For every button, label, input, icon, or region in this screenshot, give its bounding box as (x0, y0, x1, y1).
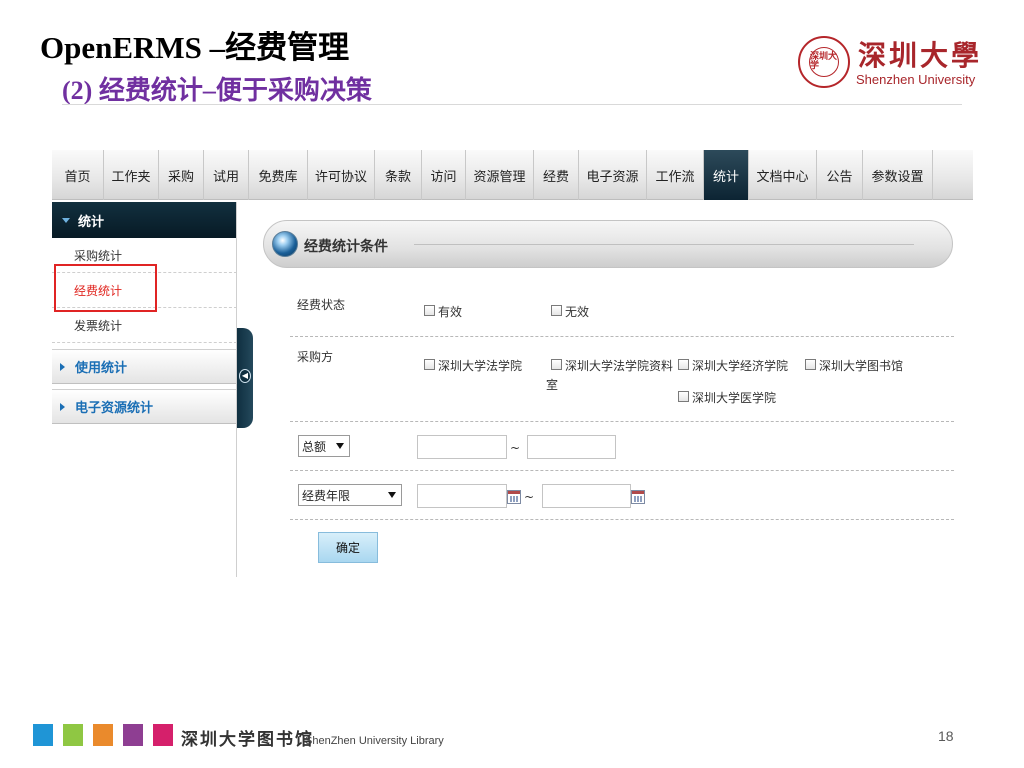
checkbox-icon (424, 305, 435, 316)
seal-text: 深圳大学 (809, 47, 839, 77)
footer-library-name-cn: 深圳大学图书馆 (181, 730, 314, 750)
buyer-library-checkbox[interactable]: 深圳大学图书馆 (805, 357, 903, 374)
form-row-divider (290, 470, 954, 471)
logo-english-name: Shenzhen University (856, 72, 976, 87)
sidebar-item-invoice-stats[interactable]: 发票统计 (52, 308, 237, 343)
checkbox-icon (678, 391, 689, 402)
university-seal-icon: 深圳大学 (798, 36, 850, 88)
university-logo: 深圳大学 深圳大學 Shenzhen University (798, 36, 979, 92)
dropdown-arrow-icon (336, 443, 344, 449)
footer-color-square (93, 724, 113, 746)
option-label-wrap: 室 (546, 378, 559, 392)
collapsed-arrow-icon (60, 362, 65, 371)
header-divider (62, 104, 962, 105)
calendar-icon[interactable] (631, 490, 645, 504)
select-value: 总额 (302, 439, 327, 454)
sidebar-header-label: 统计 (78, 214, 105, 230)
nav-resource-management[interactable]: 资源管理 (466, 150, 534, 200)
confirm-button[interactable]: 确定 (318, 532, 378, 563)
globe-icon (272, 231, 298, 257)
footer-color-square (123, 724, 143, 746)
expanded-arrow-icon (62, 217, 70, 223)
amount-type-select[interactable]: 总额 (298, 435, 350, 457)
year-start-input[interactable] (417, 484, 507, 508)
option-label: 深圳大学医学院 (692, 391, 777, 405)
status-valid-checkbox[interactable]: 有效 (424, 303, 462, 320)
option-label: 有效 (438, 305, 463, 319)
buyer-medical-school-checkbox[interactable]: 深圳大学医学院 (678, 389, 776, 406)
nav-workflow[interactable]: 工作流 (647, 150, 704, 200)
footer-color-square (63, 724, 83, 746)
content-left-border (236, 428, 237, 577)
buyer-law-school-checkbox[interactable]: 深圳大学法学院 (424, 357, 522, 374)
form-row-divider (290, 336, 954, 337)
form-row-divider (290, 421, 954, 422)
sidebar-group-label: 使用统计 (75, 361, 128, 376)
footer-color-square (153, 724, 173, 746)
slide-title: OpenERMS –经费管理 (40, 30, 350, 65)
form-row-divider (290, 519, 954, 520)
nav-trial[interactable]: 试用 (204, 150, 249, 200)
panel-header-line (414, 244, 914, 245)
select-value: 经费年限 (302, 488, 351, 503)
amount-max-input[interactable] (527, 435, 616, 459)
checkbox-icon (424, 359, 435, 370)
nav-workfolder[interactable]: 工作夹 (104, 150, 159, 200)
main-nav-bar: 首页 工作夹 采购 试用 免费库 许可协议 条款 访问 资源管理 经费 电子资源… (52, 150, 973, 200)
nav-statistics[interactable]: 统计 (704, 150, 749, 200)
checkbox-icon (678, 359, 689, 370)
amount-min-input[interactable] (417, 435, 507, 459)
slide-subtitle: (2) 经费统计–便于采购决策 (62, 76, 372, 105)
range-separator: ~ (510, 441, 521, 455)
chevron-left-icon[interactable]: ◀ (239, 369, 251, 383)
sidebar-group-e-resource-stats[interactable]: 电子资源统计 (52, 389, 237, 424)
checkbox-icon (805, 359, 816, 370)
checkbox-icon (551, 359, 562, 370)
option-label: 深圳大学经济学院 (692, 359, 789, 373)
nav-license-agreement[interactable]: 许可协议 (308, 150, 375, 200)
option-label: 深圳大学图书馆 (819, 359, 904, 373)
nav-free-databases[interactable]: 免费库 (249, 150, 308, 200)
nav-purchase[interactable]: 采购 (159, 150, 204, 200)
panel-header: 经费统计条件 (263, 220, 953, 268)
panel-title: 经费统计条件 (304, 239, 388, 255)
dropdown-arrow-icon (388, 492, 396, 498)
collapsed-arrow-icon (60, 402, 65, 411)
range-separator: ~ (524, 490, 535, 504)
footer-color-square (33, 724, 53, 746)
purchaser-label: 采购方 (297, 350, 334, 364)
statistics-sidebar: 统计 采购统计 经费统计 发票统计 使用统计 电子资源统计 (52, 202, 237, 577)
logo-chinese-name: 深圳大學 (858, 39, 983, 72)
footer-library-name-en: ShenZhen University Library (305, 735, 444, 747)
option-label: 深圳大学法学院 (438, 359, 523, 373)
year-end-input[interactable] (542, 484, 631, 508)
option-label: 深圳大学法学院资料 (565, 359, 674, 373)
buyer-economics-school-checkbox[interactable]: 深圳大学经济学院 (678, 357, 788, 374)
buyer-law-library-checkbox[interactable]: 深圳大学法学院资料 (551, 357, 673, 374)
nav-access[interactable]: 访问 (422, 150, 466, 200)
nav-e-resources[interactable]: 电子资源 (579, 150, 647, 200)
sidebar-header[interactable]: 统计 (52, 202, 237, 238)
nav-document-center[interactable]: 文档中心 (749, 150, 817, 200)
nav-home[interactable]: 首页 (52, 150, 104, 200)
nav-parameter-settings[interactable]: 参数设置 (863, 150, 933, 200)
nav-funds[interactable]: 经费 (534, 150, 579, 200)
year-type-select[interactable]: 经费年限 (298, 484, 402, 506)
status-invalid-checkbox[interactable]: 无效 (551, 303, 589, 320)
page-number: 18 (938, 728, 954, 744)
option-label: 无效 (565, 305, 590, 319)
funds-status-label: 经费状态 (297, 298, 346, 312)
highlight-annotation-box (54, 264, 157, 312)
nav-announcements[interactable]: 公告 (817, 150, 863, 200)
sidebar-group-label: 电子资源统计 (75, 401, 154, 416)
calendar-icon[interactable] (507, 490, 521, 504)
sidebar-group-usage-stats[interactable]: 使用统计 (52, 349, 237, 384)
checkbox-icon (551, 305, 562, 316)
nav-terms[interactable]: 条款 (375, 150, 422, 200)
